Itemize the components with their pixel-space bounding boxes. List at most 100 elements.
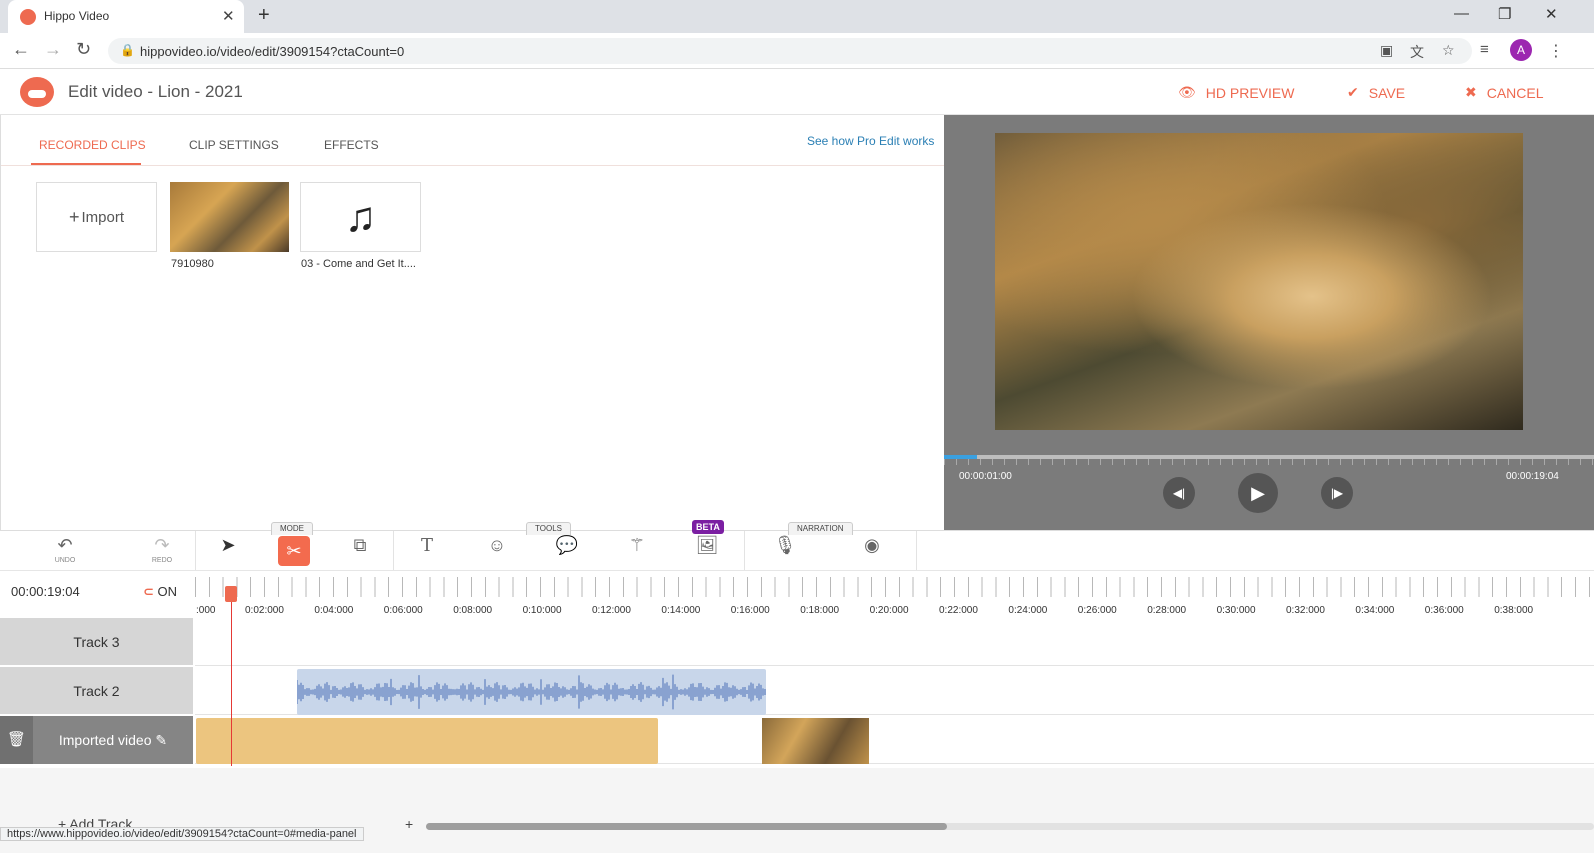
- zoom-in-icon[interactable]: +: [405, 816, 413, 832]
- snap-toggle[interactable]: ⊂ ON: [143, 584, 177, 600]
- lock-icon: 🔒: [120, 43, 135, 57]
- save-button[interactable]: ✔ SAVE: [1347, 84, 1405, 101]
- play-button[interactable]: ▶: [1238, 473, 1278, 513]
- callout-tool[interactable]: 💬: [547, 535, 587, 567]
- close-window-icon[interactable]: ✕: [1545, 5, 1558, 23]
- imported-video-label[interactable]: Imported video ✎: [33, 716, 193, 764]
- plus-icon: +: [68, 206, 80, 227]
- image-tool[interactable]: 🖼: [687, 535, 727, 567]
- timeline-current-time: 00:00:19:04: [11, 584, 80, 599]
- blocked-icon[interactable]: ▣: [1380, 42, 1393, 59]
- cancel-button[interactable]: ✖ CANCEL: [1465, 84, 1544, 101]
- new-tab-icon[interactable]: +: [258, 4, 270, 27]
- browser-tab-bar: Hippo Video ✕ + — ❐ ✕: [0, 0, 1594, 33]
- waveform-path: [297, 674, 766, 710]
- tick-label: 0:20:000: [869, 605, 909, 616]
- status-url: https://www.hippovideo.io/video/edit/390…: [0, 827, 364, 841]
- undo-icon: ↶: [57, 535, 73, 555]
- tick-label: :000: [196, 605, 216, 616]
- next-frame-button[interactable]: |▶: [1321, 477, 1353, 509]
- pencil-icon[interactable]: ✎: [155, 732, 167, 748]
- import-button[interactable]: + Import: [36, 182, 157, 252]
- restore-icon[interactable]: ❐: [1498, 5, 1511, 23]
- smiley-icon: ☺: [487, 535, 507, 555]
- cancel-label: CANCEL: [1486, 84, 1544, 101]
- snap-state: ON: [157, 584, 178, 599]
- url-text: hippovideo.io/video/edit/3909154?ctaCoun…: [140, 44, 405, 59]
- emoji-tool[interactable]: ☺: [477, 535, 517, 567]
- url-field[interactable]: 🔒 hippovideo.io/video/edit/3909154?ctaCo…: [108, 38, 1472, 64]
- eye-icon: 👁: [1178, 84, 1196, 100]
- tick-label: 0:16:000: [730, 605, 770, 616]
- playhead-handle[interactable]: [225, 586, 237, 602]
- seek-ticks: [944, 459, 1594, 465]
- scissors-icon: ✂: [286, 541, 302, 561]
- total-time: 00:00:19:04: [1506, 471, 1559, 482]
- webcam-icon: ◉: [864, 535, 880, 555]
- audio-clip[interactable]: [297, 669, 766, 715]
- tick-label: 0:30:000: [1216, 605, 1256, 616]
- reload-icon[interactable]: ↻: [76, 39, 91, 60]
- mode-group-label: MODE: [271, 522, 313, 535]
- webcam-narration-button[interactable]: ◉: [852, 535, 892, 567]
- trash-icon[interactable]: 🗑: [0, 716, 33, 764]
- crop-tool[interactable]: ⧉: [340, 535, 380, 567]
- horizontal-scrollbar[interactable]: [426, 823, 947, 830]
- step-forward-icon: |▶: [1330, 486, 1344, 500]
- magnet-icon: ⊂: [143, 584, 154, 599]
- profile-avatar[interactable]: A: [1510, 39, 1532, 61]
- pro-edit-link[interactable]: See how Pro Edit works: [807, 134, 934, 148]
- clip-name: 03 - Come and Get It....: [301, 258, 416, 270]
- tab-clip-settings[interactable]: CLIP SETTINGS: [189, 138, 279, 152]
- check-icon: ✔: [1347, 84, 1359, 100]
- minimize-icon[interactable]: —: [1454, 5, 1469, 22]
- video-clip-thumbnail[interactable]: [170, 182, 289, 252]
- tick-label: 0:08:000: [453, 605, 493, 616]
- forward-icon[interactable]: →: [44, 39, 62, 60]
- prev-frame-button[interactable]: ◀|: [1163, 477, 1195, 509]
- music-note-icon: ♫: [344, 193, 377, 240]
- timeline-ruler[interactable]: [195, 577, 1594, 597]
- cut-tool[interactable]: ✂: [278, 536, 310, 566]
- select-tool[interactable]: ➤: [208, 535, 248, 567]
- hippo-favicon-icon: [20, 9, 36, 25]
- redo-icon: ↷: [154, 535, 170, 555]
- track-3-lane[interactable]: [195, 618, 1594, 666]
- translate-icon[interactable]: 文: [1410, 42, 1424, 62]
- cursor-icon: ➤: [220, 535, 236, 555]
- app-header: Edit video - Lion - 2021 👁 HD PREVIEW ✔ …: [0, 69, 1594, 115]
- hd-preview-label: HD PREVIEW: [1205, 84, 1295, 101]
- back-icon[interactable]: ←: [12, 39, 30, 60]
- preview-panel: 00:00:01:00 00:00:19:04 ◀| ▶ |▶: [944, 115, 1594, 530]
- tab-recorded-clips[interactable]: RECORDED CLIPS: [39, 138, 146, 152]
- beta-badge: BETA: [692, 520, 724, 534]
- tab-divider: [1, 165, 945, 166]
- image-icon: 🖼: [695, 535, 719, 555]
- hippo-logo-icon[interactable]: [20, 77, 54, 107]
- text-tool[interactable]: T: [407, 535, 447, 567]
- close-tab-icon[interactable]: ✕: [222, 7, 235, 25]
- tab-effects[interactable]: EFFECTS: [324, 138, 379, 152]
- video-clip[interactable]: [196, 718, 658, 764]
- toolbar-divider: [393, 531, 394, 571]
- toolbar-divider: [744, 531, 745, 571]
- track-2-label[interactable]: Track 2: [0, 667, 193, 715]
- track-3-label[interactable]: Track 3: [0, 618, 193, 666]
- audio-clip-card[interactable]: ♫: [300, 182, 421, 252]
- bookmark-star-icon[interactable]: ☆: [1442, 42, 1455, 59]
- playhead: [231, 588, 232, 766]
- video-clip-thumbnail-strip[interactable]: [762, 718, 869, 764]
- tick-label: 0:06:000: [383, 605, 423, 616]
- text-icon: T: [420, 535, 433, 556]
- mic-narration-button[interactable]: 🎙: [765, 535, 805, 567]
- browser-tab[interactable]: Hippo Video ✕: [8, 0, 244, 33]
- hd-preview-button[interactable]: 👁 HD PREVIEW: [1178, 84, 1294, 101]
- page-title: Edit video - Lion - 2021: [68, 82, 243, 101]
- video-preview[interactable]: [995, 133, 1523, 430]
- menu-icon[interactable]: ⋮: [1548, 41, 1564, 61]
- play-icon: ▶: [1251, 482, 1265, 503]
- magic-tool[interactable]: ⚚: [617, 535, 657, 567]
- current-time: 00:00:01:00: [959, 471, 1012, 482]
- media-icon[interactable]: ≡: [1480, 41, 1489, 58]
- tick-label: 0:24:000: [1008, 605, 1048, 616]
